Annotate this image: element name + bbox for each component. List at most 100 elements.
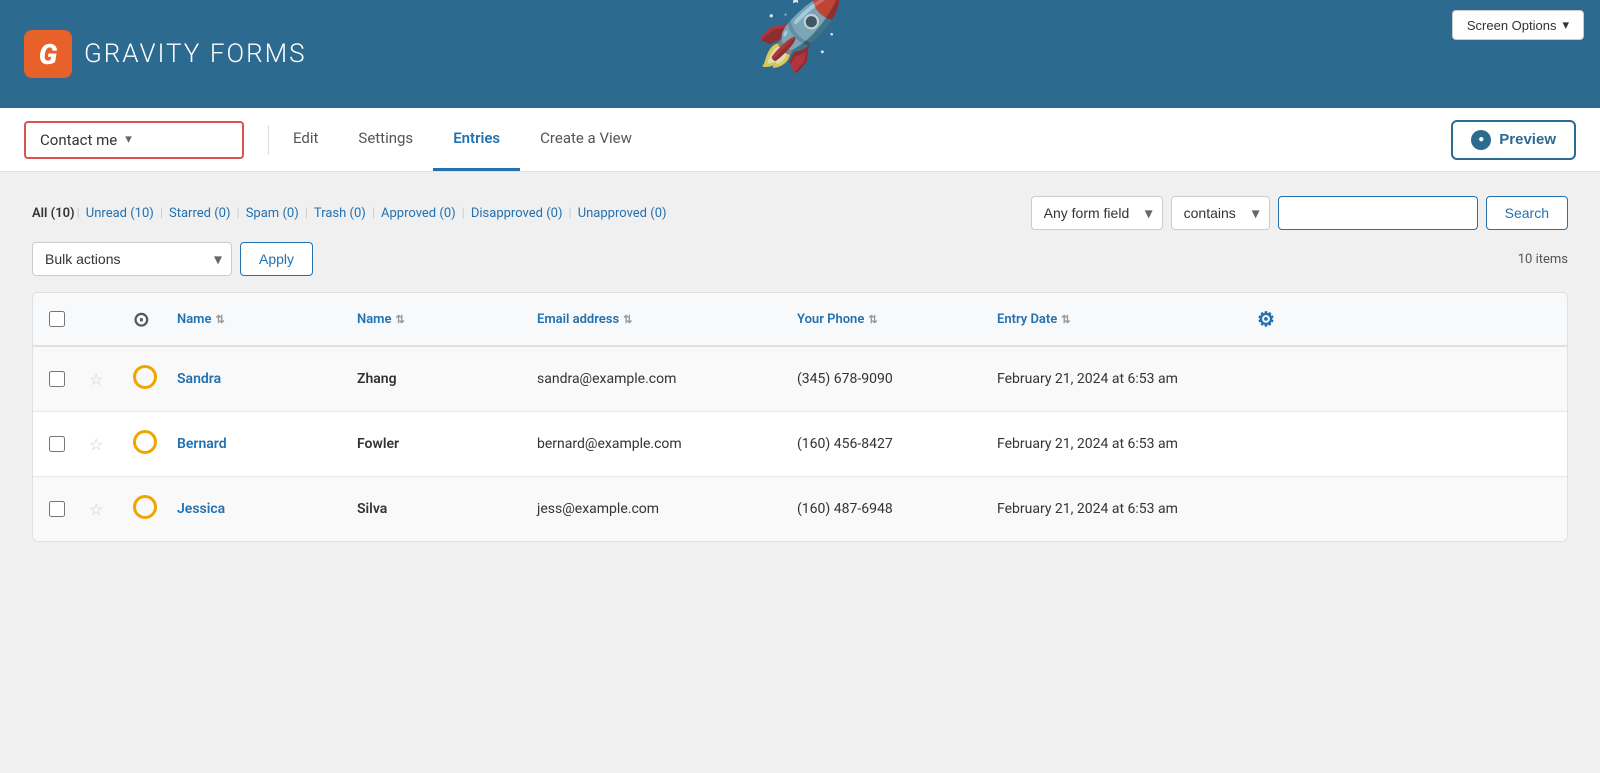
row-checkbox-col [33,353,81,405]
filter-unread[interactable]: Unread (10) [86,206,154,221]
form-selector[interactable]: Contact me ▾ [24,121,244,159]
filter-trash[interactable]: Trash (0) [314,206,366,221]
row-star-col: ☆ [81,482,125,537]
status-circle-icon [133,495,157,519]
field-filter-select[interactable]: Any form field [1031,196,1163,230]
nav-divider [268,125,269,155]
row-checkbox[interactable] [49,501,65,517]
status-circle-icon [133,365,157,389]
top-bar: G GRAVITY FORMS 🚀 Screen Options ▾ [0,0,1600,108]
field-filter-wrapper: Any form field [1031,196,1163,230]
spinner-icon: ⊙ [133,307,150,331]
condition-filter-select[interactable]: contains [1171,196,1270,230]
tab-entries[interactable]: Entries [433,108,520,171]
row-first-name[interactable]: Sandra [169,353,349,405]
th-last-name[interactable]: Name ⇅ [349,293,529,345]
gravity-forms-logo-icon: G [24,30,72,78]
row-checkbox[interactable] [49,371,65,387]
th-email[interactable]: Email address ⇅ [529,293,789,345]
th-star [81,293,125,345]
select-all-checkbox[interactable] [49,311,65,327]
bulk-left: Bulk actions Apply [32,242,313,276]
th-entry-date[interactable]: Entry Date ⇅ [989,293,1249,345]
row-entry-date: February 21, 2024 at 6:53 am [989,483,1249,535]
star-icon[interactable]: ☆ [89,500,103,519]
row-last-name: Fowler [349,418,529,470]
apply-button[interactable]: Apply [240,242,313,276]
logo-area: G GRAVITY FORMS [24,30,307,78]
sort-icon: ⇅ [395,313,404,326]
filter-starred[interactable]: Starred (0) [169,206,231,221]
sort-icon: ⇅ [868,313,877,326]
bulk-actions-wrapper: Bulk actions [32,242,232,276]
search-button[interactable]: Search [1486,196,1568,230]
entries-table: ⊙ Name ⇅ Name ⇅ Email address ⇅ Your Pho… [32,292,1568,542]
row-email: sandra@example.com [529,353,789,405]
search-input[interactable] [1278,196,1478,230]
bulk-actions-select[interactable]: Bulk actions [32,242,232,276]
row-star-col: ☆ [81,417,125,472]
chevron-down-icon: ▾ [125,132,132,147]
status-circle-icon [133,430,157,454]
row-actions-col [1249,491,1297,527]
th-phone[interactable]: Your Phone ⇅ [789,293,989,345]
row-first-name[interactable]: Bernard [169,418,349,470]
th-checkbox [33,293,81,345]
filter-spam[interactable]: Spam (0) [246,206,299,221]
row-checkbox-col [33,418,81,470]
table-row: ☆ Bernard Fowler bernard@example.com (16… [33,412,1567,477]
items-count: 10 items [1518,252,1568,267]
filter-unapproved[interactable]: Unapproved (0) [578,206,667,221]
bulk-row: Bulk actions Apply 10 items [32,242,1568,276]
row-last-name: Zhang [349,353,529,405]
row-phone: (160) 456-8427 [789,418,989,470]
chevron-down-icon: ▾ [1562,17,1569,33]
table-header: ⊙ Name ⇅ Name ⇅ Email address ⇅ Your Pho… [33,293,1567,347]
rocket-decoration: 🚀 [755,0,845,75]
row-status-col [125,347,169,411]
row-phone: (345) 678-9090 [789,353,989,405]
row-checkbox-col [33,483,81,535]
nav-bar: Contact me ▾ Edit Settings Entries Creat… [0,108,1600,172]
table-row: ☆ Sandra Zhang sandra@example.com (345) … [33,347,1567,412]
row-email: bernard@example.com [529,418,789,470]
filter-row: All (10) | Unread (10) | Starred (0) | S… [32,196,1568,230]
tab-settings[interactable]: Settings [338,108,433,171]
row-first-name[interactable]: Jessica [169,483,349,535]
tab-edit[interactable]: Edit [273,108,338,171]
nav-tabs: Edit Settings Entries Create a View [273,108,652,171]
content-area: All (10) | Unread (10) | Starred (0) | S… [0,172,1600,566]
eye-icon: ● [1471,130,1491,150]
tab-create-a-view[interactable]: Create a View [520,108,652,171]
search-filters: Any form field contains Search [1031,196,1568,230]
sort-icon: ⇅ [623,313,632,326]
table-row: ☆ Jessica Silva jess@example.com (160) 4… [33,477,1567,541]
filter-all[interactable]: All (10) [32,206,75,221]
row-checkbox[interactable] [49,436,65,452]
sort-icon: ⇅ [215,313,224,326]
row-entry-date: February 21, 2024 at 6:53 am [989,418,1249,470]
preview-button[interactable]: ● Preview [1451,120,1576,160]
logo-text: GRAVITY FORMS [84,39,307,69]
sort-icon: ⇅ [1061,313,1070,326]
row-status-col [125,412,169,476]
filter-approved[interactable]: Approved (0) [381,206,456,221]
row-actions-col [1249,361,1297,397]
th-status: ⊙ [125,293,169,345]
screen-options-button[interactable]: Screen Options ▾ [1452,10,1584,40]
row-entry-date: February 21, 2024 at 6:53 am [989,353,1249,405]
th-first-name[interactable]: Name ⇅ [169,293,349,345]
row-email: jess@example.com [529,483,789,535]
condition-filter-wrapper: contains [1171,196,1270,230]
star-icon[interactable]: ☆ [89,435,103,454]
row-actions-col [1249,426,1297,462]
filter-disapproved[interactable]: Disapproved (0) [471,206,563,221]
th-gear[interactable]: ⚙ [1249,293,1297,345]
row-star-col: ☆ [81,352,125,407]
gear-icon[interactable]: ⚙ [1257,307,1275,331]
star-icon[interactable]: ☆ [89,370,103,389]
row-phone: (160) 487-6948 [789,483,989,535]
row-status-col [125,477,169,541]
filter-links: All (10) | Unread (10) | Starred (0) | S… [32,206,671,221]
row-last-name: Silva [349,483,529,535]
